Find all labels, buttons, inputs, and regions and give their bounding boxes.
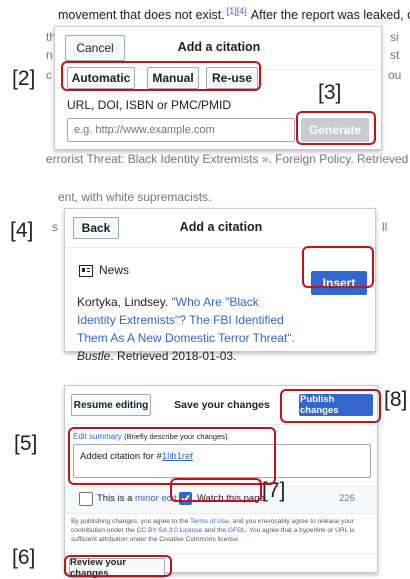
source-input[interactable]	[67, 118, 295, 142]
article-footer-line: errorist Threat: Black Identity Extremis…	[46, 152, 410, 166]
license-notice: By publishing changes, you agree to the …	[71, 518, 355, 543]
source-field-label: URL, DOI, ISBN or PMC/PMID	[67, 98, 232, 112]
callout-5: [5]	[14, 432, 38, 455]
panel3-screenshot: Resume editing Save your changes Publish…	[0, 375, 410, 579]
dialog-divider	[65, 553, 377, 554]
callout-6: [6]	[12, 546, 36, 569]
citation-preview-text: Kortyka, Lindsey. "Who Are "Black Identi…	[77, 295, 295, 363]
callout-box-review	[64, 555, 172, 577]
callout-box-summary	[68, 427, 276, 485]
character-count: 226	[339, 493, 355, 504]
article-fragment: c	[46, 68, 52, 82]
resume-editing-button[interactable]: Resume editing	[71, 394, 151, 416]
callout-box-publish	[280, 389, 381, 423]
panel1-screenshot: movement that does not exist. [1][4] After…	[0, 0, 410, 180]
article-line-1: movement that does not exist. [1][4] After…	[58, 6, 410, 23]
callout-4: [4]	[10, 219, 34, 242]
callout-box-generate	[296, 111, 376, 145]
article-fragment: st	[390, 48, 400, 62]
article-fragment: s	[52, 220, 58, 234]
source-type-label: News	[99, 263, 130, 277]
callout-2: [2]	[12, 67, 36, 90]
article-fragment: ou	[388, 68, 402, 82]
dialog-title: Add a citation	[177, 40, 261, 54]
article-fragment: si	[390, 30, 399, 44]
news-icon	[79, 265, 93, 277]
dialog-divider	[65, 424, 377, 425]
article-fragment: ll	[382, 220, 388, 234]
minor-edit-label: This is a minor edit	[97, 493, 177, 504]
dialog-title: Save your changes	[174, 399, 270, 411]
callout-3: [3]	[318, 81, 342, 104]
callout-box-tabs	[61, 61, 261, 91]
callout-box-watch	[170, 478, 262, 502]
reference-links[interactable]: [1][4]	[227, 6, 247, 16]
panel2-screenshot: ent, with white supremacists. s ll Back …	[0, 190, 410, 365]
dialog-title: Add a citation	[179, 220, 263, 234]
callout-8: [8]	[384, 388, 408, 411]
callout-box-insert	[302, 246, 374, 288]
minor-edit-checkbox[interactable]	[79, 492, 93, 506]
article-line-top: ent, with white supremacists.	[58, 190, 212, 204]
